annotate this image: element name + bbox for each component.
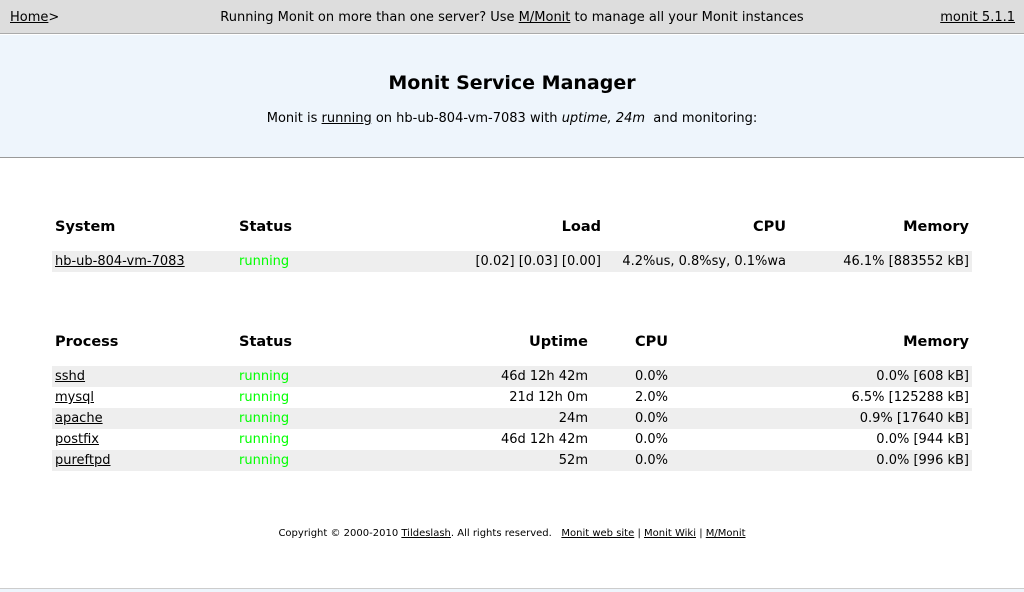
header-banner: Monit Service Manager Monit is running o… [0, 35, 1024, 158]
status-column-header: Status [239, 334, 293, 350]
system-link[interactable]: hb-ub-804-vm-7083 [55, 254, 185, 269]
uptime-cell: 46d 12h 42m [356, 366, 591, 387]
status-cell: running [236, 408, 356, 429]
spacer-cell [52, 241, 972, 251]
footer: Copyright © 2000-2010 Tildeslash. All ri… [0, 528, 1024, 539]
monit-wiki-link[interactable]: Monit Wiki [644, 528, 696, 539]
load-column-header: Load [561, 219, 601, 235]
spacer-cell [52, 356, 972, 366]
process-name-cell: pureftpd [52, 450, 236, 471]
table-spacer [52, 241, 972, 251]
process-column-header: Process [55, 334, 119, 350]
memory-cell: 6.5% [125288 kB] [851, 390, 969, 405]
table-row: pureftpd running 52m 0.0% 0.0% [996 kB] [52, 450, 972, 471]
cpu-cell: 4.2%us, 0.8%sy, 0.1%wa [604, 251, 789, 272]
cpu-cell: 0.0% [591, 408, 671, 429]
process-table-header: Process Status Uptime CPU Memory [52, 328, 972, 356]
memory-cell: 46.1% [883552 kB] [789, 251, 972, 272]
memory-cell: 0.9% [17640 kB] [671, 408, 972, 429]
memory-cell: 0.0% [996 kB] [671, 450, 972, 471]
memory-column-header: Memory [903, 219, 969, 235]
table-row: apache running 24m 0.0% 0.9% [17640 kB] [52, 408, 972, 429]
uptime-cell: 52m [356, 450, 591, 471]
footer-separator: | [699, 528, 703, 539]
status-cell: running [239, 390, 290, 405]
system-name-cell: hb-ub-804-vm-7083 [52, 251, 236, 272]
copyright-suffix: . All rights reserved. [450, 528, 552, 539]
system-table-header: System Status Load CPU Memory [52, 213, 972, 241]
table-row: sshd running 46d 12h 42m 0.0% 0.0% [608 … [52, 366, 972, 387]
uptime-column-header: Uptime [529, 334, 588, 350]
promo-prefix: Running Monit on more than one server? U… [220, 10, 519, 25]
monit-status-line: Monit is running on hb-ub-804-vm-7083 wi… [0, 111, 1024, 126]
memory-column-header: Memory [903, 334, 969, 350]
memory-cell: 0.0% [944 kB] [876, 432, 969, 447]
process-link-apache[interactable]: apache [55, 411, 103, 426]
process-table: Process Status Uptime CPU Memory sshd ru… [52, 328, 972, 471]
status-cell: running [236, 366, 356, 387]
table-row: postfix running 46d 12h 42m 0.0% 0.0% [9… [52, 429, 972, 450]
process-link-sshd[interactable]: sshd [55, 369, 85, 384]
table-row: hb-ub-804-vm-7083 running [0.02] [0.03] … [52, 251, 972, 272]
cpu-column-header: CPU [634, 334, 668, 350]
process-link-postfix[interactable]: postfix [55, 432, 99, 447]
cpu-cell: 0.0% [591, 450, 671, 471]
promo-suffix: to manage all your Monit instances [570, 10, 804, 25]
version-link[interactable]: monit 5.1.1 [940, 10, 1015, 25]
process-link-mysql[interactable]: mysql [55, 390, 94, 405]
status-prefix: Monit is [266, 111, 322, 126]
page-title: Monit Service Manager [388, 72, 636, 94]
process-name-cell: sshd [52, 366, 236, 387]
status-suffix: and monitoring: [645, 111, 758, 126]
bottom-edge [0, 588, 1024, 592]
mmonit-footer-link[interactable]: M/Monit [706, 528, 746, 539]
process-name-cell: apache [52, 408, 236, 429]
uptime-cell: 46d 12h 42m [500, 432, 588, 447]
load-cell: [0.02] [0.03] [0.00] [356, 251, 604, 272]
mmonit-link[interactable]: M/Monit [519, 10, 571, 25]
process-name-cell: postfix [52, 429, 236, 450]
memory-cell: 0.0% [608 kB] [671, 366, 972, 387]
uptime-cell: 24m [356, 408, 591, 429]
status-cell: running [239, 432, 290, 447]
uptime-text: uptime, 24m [561, 111, 646, 126]
copyright-prefix: Copyright © 2000-2010 [278, 528, 402, 539]
status-cell: running [236, 450, 356, 471]
status-column-header: Status [239, 219, 293, 235]
cpu-cell: 0.0% [634, 432, 668, 447]
table-row: mysql running 21d 12h 0m 2.0% 6.5% [1252… [52, 387, 972, 408]
process-link-pureftpd[interactable]: pureftpd [55, 453, 111, 468]
top-bar: Home> Running Monit on more than one ser… [0, 0, 1024, 34]
monit-website-link[interactable]: Monit web site [561, 528, 634, 539]
table-spacer [52, 356, 972, 366]
footer-separator: | [637, 528, 641, 539]
status-host: on hb-ub-804-vm-7083 with [371, 111, 562, 126]
uptime-cell: 21d 12h 0m [509, 390, 588, 405]
process-name-cell: mysql [52, 387, 236, 408]
status-cell: running [236, 251, 356, 272]
system-column-header: System [55, 219, 116, 235]
running-link[interactable]: running [322, 111, 372, 126]
cpu-cell: 0.0% [591, 366, 671, 387]
cpu-column-header: CPU [752, 219, 786, 235]
promo-text: Running Monit on more than one server? U… [0, 10, 1024, 25]
tildeslash-link[interactable]: Tildeslash [401, 528, 451, 539]
system-table: System Status Load CPU Memory hb-ub-804-… [52, 213, 972, 272]
cpu-cell: 2.0% [634, 390, 668, 405]
